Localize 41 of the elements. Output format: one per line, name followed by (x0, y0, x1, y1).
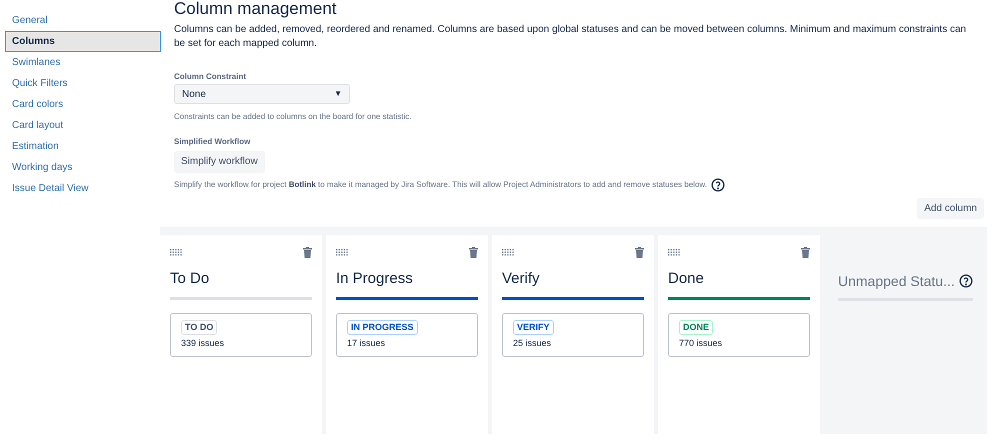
issue-count: 770 issues (679, 336, 722, 350)
simplify-workflow-button[interactable]: Simplify workflow (174, 150, 265, 172)
status-lozenge: DONE (679, 320, 714, 334)
column-name: To Do (170, 268, 210, 288)
trash-icon[interactable] (635, 247, 644, 258)
sidebar-item[interactable]: Estimation (5, 136, 161, 157)
drag-handle-icon[interactable] (668, 249, 681, 256)
help-icon[interactable] (959, 274, 973, 288)
sidebar-item[interactable]: General (5, 10, 161, 31)
column-name: In Progress (336, 268, 414, 288)
drag-handle-icon[interactable] (336, 249, 349, 256)
help-icon[interactable] (710, 178, 725, 192)
sidebar-item[interactable]: Card layout (5, 115, 161, 136)
trash-icon[interactable] (801, 247, 810, 258)
issue-count: 25 issues (513, 336, 552, 350)
status-lozenge: TO DO (181, 320, 218, 334)
status-lozenge: VERIFY (513, 320, 554, 334)
column-name: Unmapped Statu... (838, 272, 955, 291)
drag-handle-icon[interactable] (170, 249, 183, 256)
drag-handle-icon[interactable] (502, 249, 515, 256)
status-lozenge: IN PROGRESS (347, 320, 418, 334)
constraint-select[interactable]: None ▼ (174, 84, 350, 104)
sidebar-item[interactable]: Working days (5, 157, 161, 178)
field-label: Simplified Workflow (174, 136, 252, 148)
sidebar-item[interactable]: Card colors (5, 94, 161, 115)
sidebar-item[interactable]: Issue Detail View (5, 178, 161, 199)
issue-count: 17 issues (347, 336, 386, 350)
field-label: Column Constraint (174, 71, 247, 83)
trash-icon[interactable] (303, 247, 312, 258)
add-column-button[interactable]: Add column (917, 198, 984, 218)
column-name: Verify (502, 268, 541, 288)
sidebar-item[interactable]: Columns (5, 31, 161, 52)
help-text: Simplify the workflow for project Botlink to make it managed by Jira Software. This will allow Project Administrators to add and remove statuses below. (174, 178, 707, 190)
trash-icon[interactable] (469, 247, 478, 258)
sidebar-item[interactable]: Swimlanes (5, 52, 161, 73)
help-text: Constraints can be added to columns on the board for one statistic. (174, 111, 412, 123)
sidebar-item[interactable]: Quick Filters (5, 73, 161, 94)
column-name: Done (668, 268, 705, 288)
page-description: Columns can be added, removed, reordered and renamed. Columns are based upon global statuses and can be moved between columns. Minimum and maximum constraints can be set for each mapped column. (174, 23, 968, 51)
page-title: Column management (174, 0, 338, 19)
issue-count: 339 issues (181, 336, 224, 350)
